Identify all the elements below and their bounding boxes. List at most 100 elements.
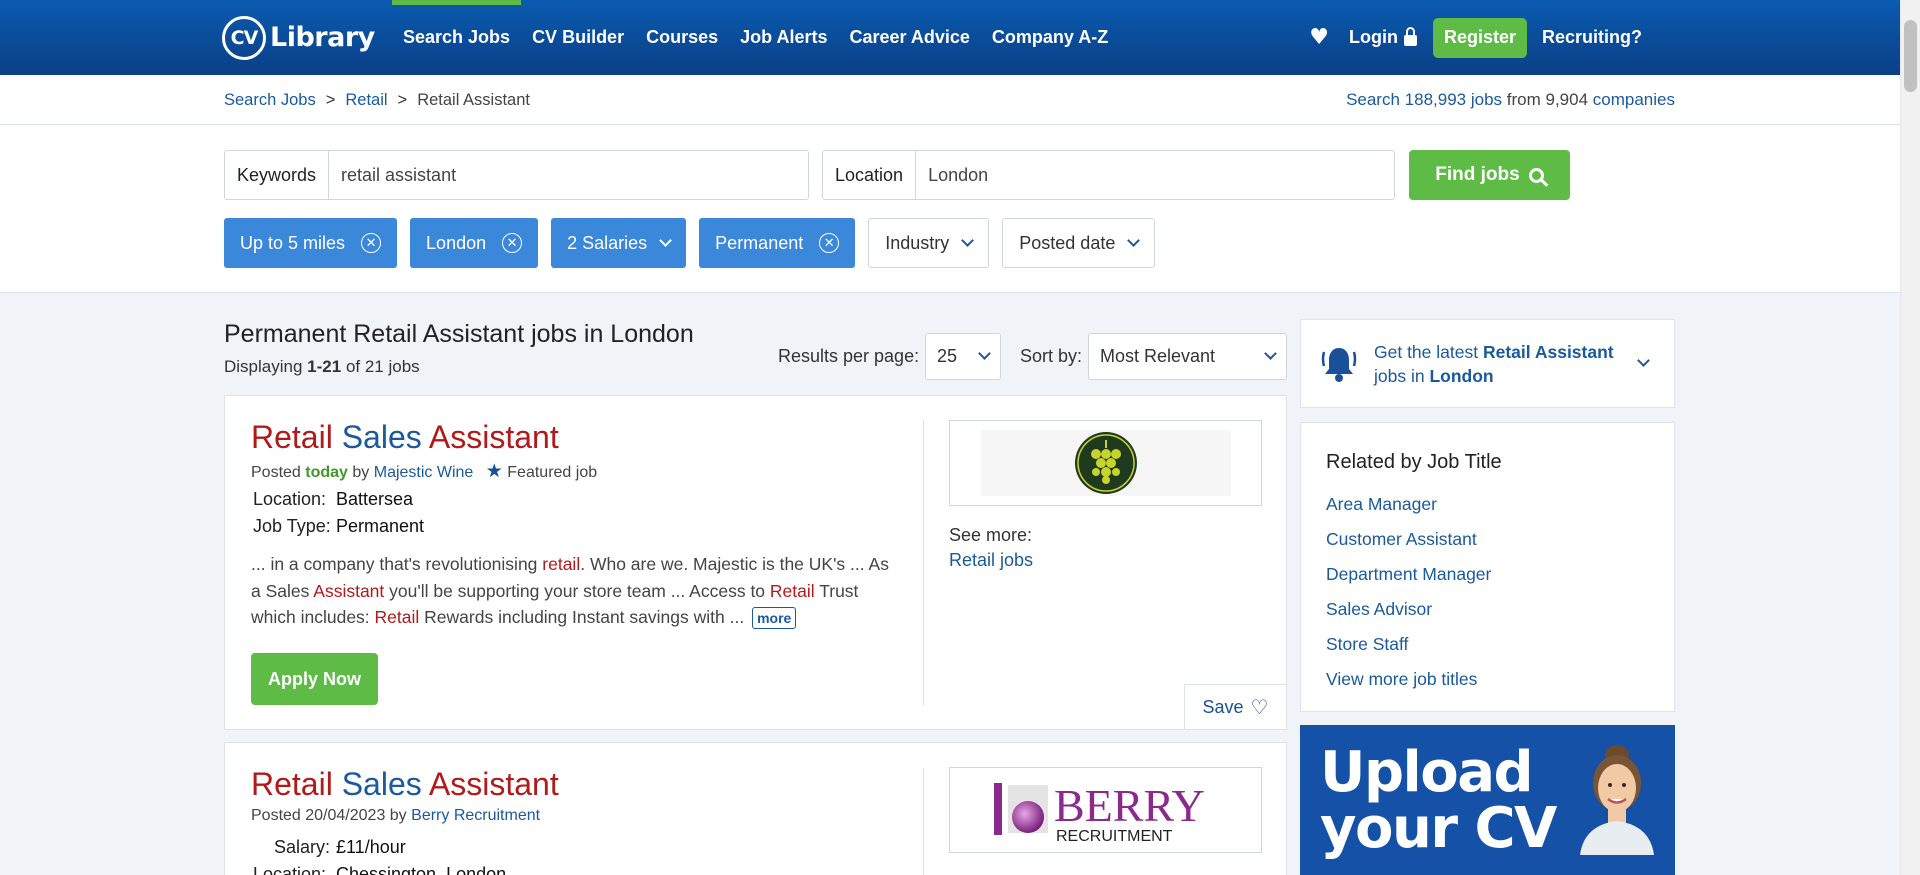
nav-company-a-z[interactable]: Company A-Z bbox=[981, 0, 1119, 75]
location-input[interactable]: London bbox=[916, 151, 1000, 199]
sort-by-select[interactable]: Most Relevant bbox=[1088, 333, 1287, 380]
location-field[interactable]: Location London bbox=[822, 150, 1395, 200]
results-count-suffix: of 21 jobs bbox=[345, 357, 420, 376]
banner-line-1: Upload bbox=[1320, 740, 1534, 805]
job-title-word: Retail bbox=[251, 419, 333, 455]
remove-filter-icon[interactable]: ✕ bbox=[502, 233, 523, 253]
nav-cv-builder[interactable]: CV Builder bbox=[521, 0, 635, 75]
remove-filter-icon[interactable]: ✕ bbox=[819, 233, 840, 253]
related-item: Area Manager bbox=[1326, 487, 1491, 522]
save-job-button[interactable]: Save ♡ bbox=[1184, 684, 1286, 729]
filter-industry[interactable]: Industry bbox=[868, 218, 990, 268]
job-card: Retail Sales Assistant Posted today by M… bbox=[224, 395, 1287, 730]
results-per-page-value: 25 bbox=[937, 346, 958, 366]
chevron-down-icon bbox=[1127, 233, 1141, 247]
results-count-range: 1-21 bbox=[307, 357, 342, 376]
stats-middle: from 9,904 bbox=[1506, 90, 1589, 109]
featured-label: Featured job bbox=[507, 464, 598, 481]
more-button[interactable]: more bbox=[752, 607, 797, 629]
company-logo[interactable]: BERRY RECRUITMENT bbox=[949, 767, 1262, 853]
company-link[interactable]: Berry Recruitment bbox=[411, 807, 540, 824]
stats-companies-link[interactable]: companies bbox=[1593, 90, 1675, 110]
apply-now-button[interactable]: Apply Now bbox=[251, 653, 378, 705]
card-divider bbox=[923, 421, 924, 706]
job-title-link[interactable]: Retail Sales Assistant bbox=[251, 766, 559, 803]
breadcrumb-search-jobs[interactable]: Search Jobs bbox=[224, 91, 316, 110]
related-link-view-more[interactable]: View more job titles bbox=[1326, 669, 1477, 690]
top-navigation-bar: CV Library Search Jobs CV Builder Course… bbox=[0, 0, 1900, 75]
job-title-word: Sales bbox=[341, 766, 422, 802]
login-link[interactable]: Login bbox=[1349, 27, 1417, 48]
related-job-titles: Related by Job Title Area Manager Custom… bbox=[1300, 422, 1675, 712]
remove-filter-icon[interactable]: ✕ bbox=[361, 233, 382, 253]
filter-posted-date-label: Posted date bbox=[1019, 232, 1116, 253]
saved-jobs-heart-icon[interactable]: ♥ bbox=[1309, 25, 1329, 50]
star-icon: ★ bbox=[485, 461, 503, 482]
search-icon bbox=[1528, 167, 1544, 183]
job-description-snippet: ... in a company that's revolutionising … bbox=[251, 551, 891, 631]
location-value: Chessington, London bbox=[336, 864, 507, 875]
job-title-word: Assistant bbox=[428, 419, 559, 455]
filter-job-type[interactable]: Permanent ✕ bbox=[699, 218, 856, 268]
salary-key: Salary: bbox=[273, 837, 330, 857]
upload-cv-banner[interactable]: Upload your CV bbox=[1300, 725, 1675, 875]
stats-search-link[interactable]: Search bbox=[1346, 90, 1400, 110]
related-link-sales-advisor[interactable]: Sales Advisor bbox=[1326, 599, 1432, 620]
breadcrumb-retail[interactable]: Retail bbox=[345, 91, 387, 110]
page-scrollbar[interactable] bbox=[1900, 0, 1920, 875]
job-posted-info: Posted 20/04/2023 by Berry Recruitment bbox=[251, 807, 540, 825]
register-button[interactable]: Register bbox=[1432, 17, 1527, 58]
search-stats: Search 188,993 jobs from 9,904 companies bbox=[1346, 75, 1675, 125]
lock-icon bbox=[1403, 27, 1417, 46]
nav-search-jobs[interactable]: Search Jobs bbox=[392, 0, 522, 75]
nav-job-alerts[interactable]: Job Alerts bbox=[729, 0, 838, 75]
related-link-area-manager[interactable]: Area Manager bbox=[1326, 494, 1437, 515]
job-meta: Salary: £11/hour Location: Chessington, … bbox=[253, 834, 506, 875]
job-meta: Location: Battersea Job Type: Permanent bbox=[253, 486, 424, 540]
keywords-input[interactable]: retail assistant bbox=[329, 151, 468, 199]
breadcrumb: Search Jobs > Retail > Retail Assistant bbox=[224, 75, 530, 125]
stats-jobs-link[interactable]: 188,993 jobs bbox=[1405, 90, 1502, 110]
job-title-link[interactable]: Retail Sales Assistant bbox=[251, 419, 559, 456]
see-more: See more: Retail jobs bbox=[949, 523, 1033, 573]
filter-distance-label: Up to 5 miles bbox=[240, 232, 346, 253]
see-more-link[interactable]: Retail jobs bbox=[949, 550, 1033, 570]
breadcrumb-current: Retail Assistant bbox=[417, 90, 530, 109]
filter-distance[interactable]: Up to 5 miles ✕ bbox=[224, 218, 398, 268]
chevron-down-icon bbox=[1264, 347, 1277, 360]
related-item: Department Manager bbox=[1326, 557, 1491, 592]
posted-prefix: Posted 20/04/2023 by bbox=[251, 807, 407, 824]
company-logo[interactable] bbox=[949, 420, 1262, 506]
find-jobs-button[interactable]: Find jobs bbox=[1409, 150, 1570, 200]
recruiting-link[interactable]: Recruiting? bbox=[1542, 27, 1642, 48]
banner-line-2: your CV bbox=[1320, 796, 1557, 861]
related-list: Area Manager Customer Assistant Departme… bbox=[1326, 487, 1491, 697]
chevron-down-icon bbox=[978, 347, 991, 360]
find-jobs-label: Find jobs bbox=[1435, 164, 1520, 185]
alert-mid: jobs in bbox=[1374, 366, 1425, 386]
header-actions: ♥ Login Register Recruiting? bbox=[1309, 0, 1642, 75]
job-card: Retail Sales Assistant Posted 20/04/2023… bbox=[224, 742, 1287, 875]
nav-courses[interactable]: Courses bbox=[635, 0, 729, 75]
cv-library-logo[interactable]: CV Library bbox=[222, 10, 375, 65]
related-item: View more job titles bbox=[1326, 662, 1491, 697]
related-link-department-manager[interactable]: Department Manager bbox=[1326, 564, 1491, 585]
location-key: Location: bbox=[253, 864, 327, 875]
results-per-page-select[interactable]: 25 bbox=[925, 333, 1001, 380]
scrollbar-thumb[interactable] bbox=[1904, 20, 1917, 92]
keywords-field[interactable]: Keywords retail assistant bbox=[224, 150, 809, 200]
filter-job-type-label: Permanent bbox=[715, 232, 804, 253]
related-link-customer-assistant[interactable]: Customer Assistant bbox=[1326, 529, 1477, 550]
job-alert-box[interactable]: Get the latest Retail Assistant jobs in … bbox=[1300, 319, 1675, 408]
related-item: Customer Assistant bbox=[1326, 522, 1491, 557]
nav-career-advice[interactable]: Career Advice bbox=[838, 0, 980, 75]
alert-keyword: Retail Assistant bbox=[1482, 342, 1614, 362]
related-link-store-staff[interactable]: Store Staff bbox=[1326, 634, 1408, 655]
filter-location[interactable]: London ✕ bbox=[410, 218, 539, 268]
job-posted-info: Posted today by Majestic Wine ★ Featured… bbox=[251, 460, 597, 483]
company-link[interactable]: Majestic Wine bbox=[374, 464, 474, 481]
filter-salaries[interactable]: 2 Salaries bbox=[551, 218, 687, 268]
job-alert-text: Get the latest Retail Assistant jobs in … bbox=[1374, 340, 1644, 388]
login-label: Login bbox=[1348, 27, 1398, 47]
filter-posted-date[interactable]: Posted date bbox=[1002, 218, 1156, 268]
